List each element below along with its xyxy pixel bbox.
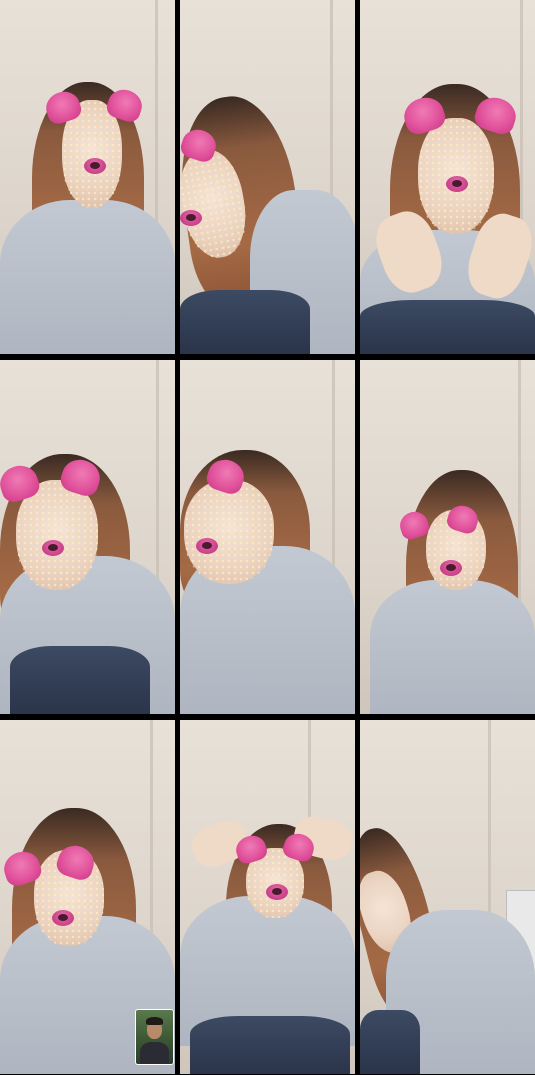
pip-person-body [140, 1042, 169, 1064]
dog-nose-icon [196, 538, 218, 554]
photo-tile-3[interactable] [360, 0, 535, 354]
person-figure [180, 720, 355, 1074]
dog-nose-icon [446, 176, 468, 192]
jeans [360, 1010, 420, 1074]
person-figure [360, 360, 535, 714]
person-figure [360, 720, 535, 1074]
person-figure [180, 360, 355, 714]
person-figure [0, 0, 175, 354]
dog-nose-icon [180, 210, 202, 226]
photo-grid [0, 0, 535, 1075]
jeans [10, 646, 150, 714]
person-figure [180, 0, 355, 354]
pip-video-thumbnail[interactable] [135, 1009, 174, 1065]
shirt [370, 580, 535, 714]
jeans [180, 290, 310, 354]
dog-nose-icon [52, 910, 74, 926]
photo-tile-2[interactable] [180, 0, 355, 354]
photo-tile-4[interactable] [0, 360, 175, 714]
person-figure [360, 0, 535, 354]
photo-tile-5[interactable] [180, 360, 355, 714]
dog-nose-icon [266, 884, 288, 900]
dog-nose-icon [42, 540, 64, 556]
pip-person-hair [146, 1017, 163, 1025]
photo-tile-9[interactable] [360, 720, 535, 1074]
dog-nose-icon [84, 158, 106, 174]
sparkle-filter [184, 480, 274, 584]
photo-tile-6[interactable] [360, 360, 535, 714]
dog-nose-icon [440, 560, 462, 576]
jeans [360, 300, 535, 354]
person-figure [0, 360, 175, 714]
photo-tile-8[interactable] [180, 720, 355, 1074]
jeans [190, 1016, 350, 1074]
photo-tile-7[interactable] [0, 720, 175, 1074]
shirt [0, 200, 175, 354]
photo-tile-1[interactable] [0, 0, 175, 354]
